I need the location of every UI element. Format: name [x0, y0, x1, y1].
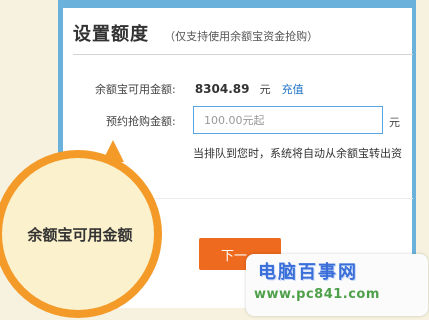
watermark-tail: [406, 258, 424, 278]
watermark-url: www.pc841.com: [254, 287, 380, 302]
watermark-title: 电脑百事网: [258, 262, 358, 283]
balance-amount: 8304.89: [194, 82, 250, 96]
tooltip-bubble: 余额宝可用金额: [0, 150, 162, 318]
panel-header: 设置额度 （仅支持使用余额宝资金抢购）: [73, 20, 318, 46]
reserve-amount-input[interactable]: [193, 106, 383, 134]
auto-transfer-hint: 当排队到您时，系统将自动从余额宝转出资: [193, 147, 402, 160]
reserve-amount-unit: 元: [389, 116, 400, 129]
reserve-amount-label: 预约抢购金额:: [106, 115, 176, 128]
tooltip-bubble-inner: 余额宝可用金额: [2, 158, 154, 310]
balance-row: 余额宝可用金额: 8304.89 元 充值: [95, 78, 304, 97]
recharge-link[interactable]: 充值: [282, 83, 304, 96]
page-title: 设置额度: [73, 24, 149, 45]
header-divider: [73, 54, 413, 55]
balance-unit: 元: [259, 83, 271, 96]
site-watermark: 电脑百事网 www.pc841.com: [246, 254, 428, 316]
page-subtitle: （仅支持使用余额宝资金抢购）: [164, 30, 319, 43]
balance-label: 余额宝可用金额:: [95, 83, 176, 96]
tooltip-text: 余额宝可用金额: [27, 225, 133, 244]
